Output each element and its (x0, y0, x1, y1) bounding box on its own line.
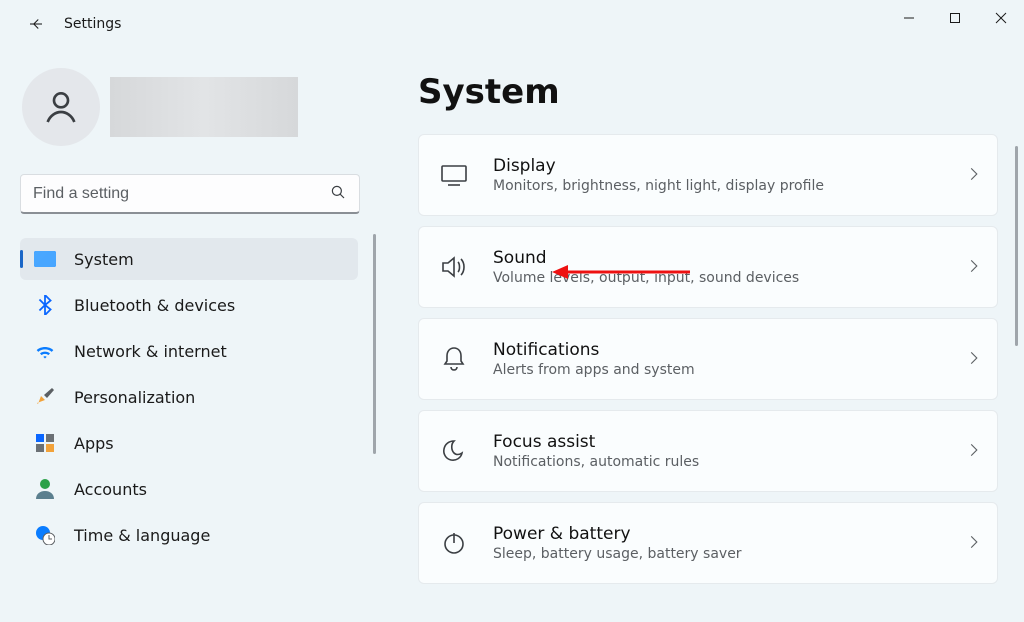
card-title: Notifications (493, 340, 967, 360)
close-button[interactable] (978, 0, 1024, 36)
window-controls (886, 0, 1024, 36)
search-input[interactable] (33, 185, 329, 203)
card-subtitle: Alerts from apps and system (493, 362, 967, 378)
card-subtitle: Sleep, battery usage, battery saver (493, 546, 967, 562)
card-subtitle: Notifications, automatic rules (493, 454, 967, 470)
settings-item-notifications[interactable]: Notifications Alerts from apps and syste… (418, 318, 998, 400)
nav-item-personalization[interactable]: Personalization (20, 376, 358, 418)
moon-icon (441, 438, 467, 464)
nav-item-network[interactable]: Network & internet (20, 330, 358, 372)
nav-item-system[interactable]: System (20, 238, 358, 280)
settings-item-focus-assist[interactable]: Focus assist Notifications, automatic ru… (418, 410, 998, 492)
nav-label: Time & language (74, 526, 210, 545)
nav-item-accounts[interactable]: Accounts (20, 468, 358, 510)
globe-clock-icon (34, 524, 56, 546)
speaker-icon (441, 254, 467, 280)
chevron-right-icon (967, 534, 981, 553)
nav-item-bluetooth[interactable]: Bluetooth & devices (20, 284, 358, 326)
back-button[interactable] (20, 8, 52, 40)
main-panel: System Display Monitors, brightness, nig… (380, 48, 1024, 622)
back-arrow-icon (27, 15, 45, 33)
sidebar: System Bluetooth & devices Network & int… (0, 48, 380, 622)
page-title: System (418, 72, 998, 112)
maximize-button[interactable] (932, 0, 978, 36)
sidebar-scrollbar[interactable] (373, 234, 376, 454)
nav-label: Network & internet (74, 342, 227, 361)
titlebar: Settings (0, 0, 1024, 48)
account-icon (34, 478, 56, 500)
display-icon (34, 248, 56, 270)
minimize-icon (903, 12, 915, 24)
settings-item-power-battery[interactable]: Power & battery Sleep, battery usage, ba… (418, 502, 998, 584)
profile-name-placeholder (110, 77, 298, 137)
minimize-button[interactable] (886, 0, 932, 36)
card-title: Focus assist (493, 432, 967, 452)
app-title: Settings (64, 16, 121, 32)
paintbrush-icon (34, 386, 56, 408)
close-icon (995, 12, 1007, 24)
card-subtitle: Volume levels, output, input, sound devi… (493, 270, 967, 286)
apps-icon (34, 432, 56, 454)
chevron-right-icon (967, 166, 981, 185)
nav: System Bluetooth & devices Network & int… (18, 234, 380, 560)
card-subtitle: Monitors, brightness, night light, displ… (493, 178, 967, 194)
bell-icon (441, 346, 467, 372)
settings-item-sound[interactable]: Sound Volume levels, output, input, soun… (418, 226, 998, 308)
nav-item-apps[interactable]: Apps (20, 422, 358, 464)
card-title: Display (493, 156, 967, 176)
bluetooth-icon (34, 294, 56, 316)
nav-label: System (74, 250, 134, 269)
chevron-right-icon (967, 258, 981, 277)
settings-item-display[interactable]: Display Monitors, brightness, night ligh… (418, 134, 998, 216)
nav-label: Apps (74, 434, 114, 453)
card-title: Power & battery (493, 524, 967, 544)
power-icon (441, 530, 467, 556)
main-scrollbar[interactable] (1015, 146, 1018, 346)
nav-label: Accounts (74, 480, 147, 499)
search-box[interactable] (20, 174, 360, 214)
maximize-icon (949, 12, 961, 24)
profile-block[interactable] (18, 68, 380, 146)
monitor-icon (441, 162, 467, 188)
avatar (22, 68, 100, 146)
search-icon (329, 183, 347, 205)
nav-item-time-language[interactable]: Time & language (20, 514, 358, 556)
person-icon (41, 87, 81, 127)
nav-label: Bluetooth & devices (74, 296, 235, 315)
wifi-icon (34, 340, 56, 362)
nav-label: Personalization (74, 388, 195, 407)
chevron-right-icon (967, 442, 981, 461)
card-title: Sound (493, 248, 967, 268)
chevron-right-icon (967, 350, 981, 369)
